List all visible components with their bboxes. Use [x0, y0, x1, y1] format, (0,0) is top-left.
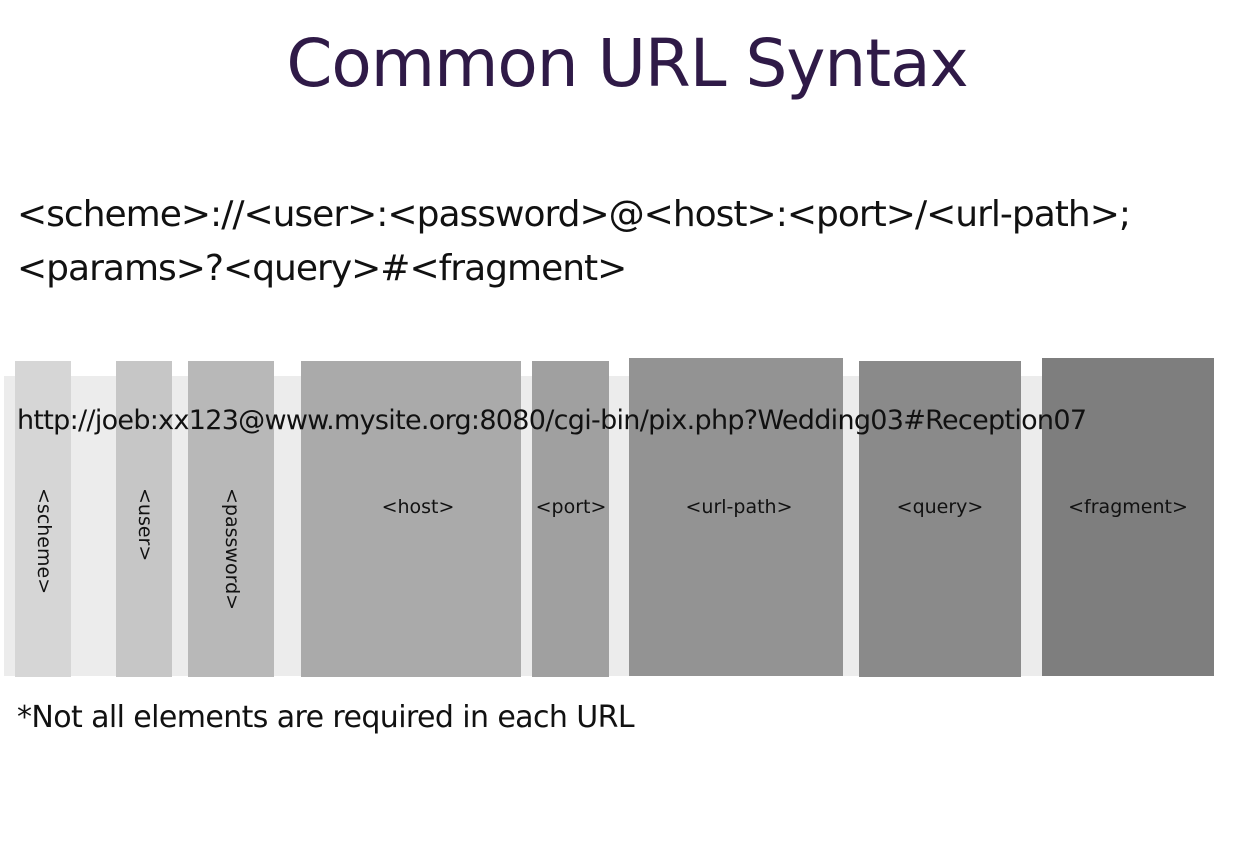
label-password: <password> [221, 488, 243, 611]
syntax-line-1: <scheme>://<user>:<password>@<host>:<por… [17, 194, 1131, 235]
url-diagram: http://joeb:xx123@www.mysite.org:8080/cg… [0, 356, 1254, 682]
label-port: <port> [535, 496, 607, 518]
label-scheme: <scheme> [33, 488, 55, 595]
label-fragment: <fragment> [1068, 496, 1188, 518]
label-user: <user> [134, 488, 156, 562]
footnote: *Not all elements are required in each U… [17, 700, 635, 735]
syntax-line-2: <params>?<query>#<fragment> [17, 248, 627, 289]
page-title: Common URL Syntax [286, 25, 968, 102]
example-url: http://joeb:xx123@www.mysite.org:8080/cg… [17, 405, 1087, 436]
label-host: <host> [381, 496, 455, 518]
label-query: <query> [896, 496, 984, 518]
label-url-path: <url-path> [685, 496, 793, 518]
